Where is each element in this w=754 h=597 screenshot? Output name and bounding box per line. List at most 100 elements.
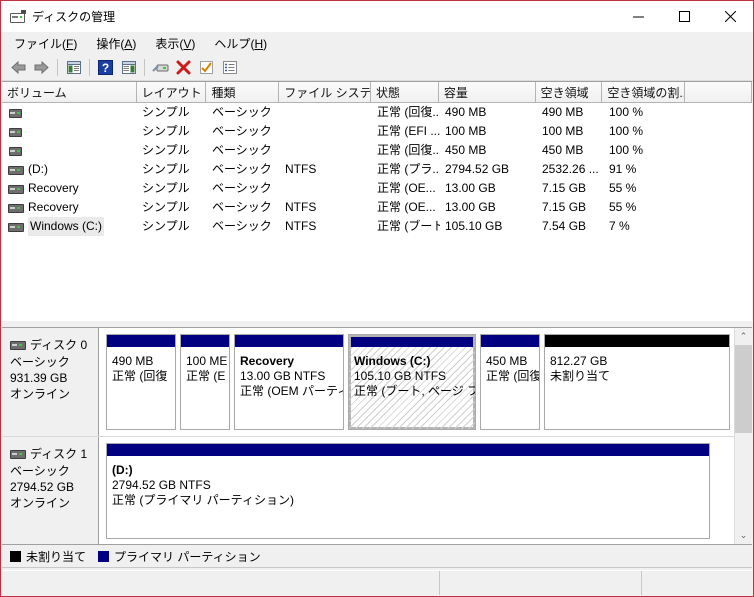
status-pane-1	[2, 571, 440, 595]
partition-color-bar	[107, 335, 175, 347]
cell-free: 7.54 GB	[542, 219, 587, 233]
back-arrow-icon[interactable]	[7, 56, 30, 78]
menu-item-file-text: ファイル	[14, 36, 63, 51]
partition-block[interactable]: 100 ME 正常 (E	[180, 334, 230, 430]
cell-filesystem: NTFS	[285, 200, 317, 214]
partition-status: 正常 (プライマリ パーティション)	[112, 493, 294, 507]
partition-info: (D:) 2794.52 GB NTFS 正常 (プライマリ パーティション)	[107, 456, 709, 538]
graphical-view-content: ディスク 0 ベーシック 931.39 GB オンライン 490 MB 正常 (回復 100…	[2, 328, 734, 544]
column-header[interactable]: 空き領域の割...	[602, 82, 686, 102]
cell-volume	[2, 141, 137, 160]
legend-swatch	[10, 550, 21, 562]
menu-item-view[interactable]: 表示(V)	[151, 33, 204, 54]
scroll-down-arrow-icon[interactable]: ⌄	[735, 527, 752, 544]
cell-volume: Recovery	[2, 179, 137, 198]
volume-list-header: ボリュームレイアウト種類ファイル システム状態容量空き領域空き領域の割...	[2, 82, 752, 103]
legend-item: 未割り当て	[10, 548, 86, 565]
cell-layout: シンプル	[142, 219, 190, 233]
cell-layout: シンプル	[142, 181, 190, 195]
disk-name: ディスク 0	[30, 338, 88, 352]
status-bar	[2, 570, 752, 595]
help-icon[interactable]: ?	[94, 56, 117, 78]
show-hide-console-tree-icon[interactable]	[62, 56, 85, 78]
partition-block[interactable]: (D:) 2794.52 GB NTFS 正常 (プライマリ パーティション)	[106, 443, 710, 539]
maximize-button[interactable]	[661, 1, 707, 32]
partition-block[interactable]: 450 MB 正常 (回復	[480, 334, 540, 430]
volume-list-body: シンプル ベーシック 正常 (回復... 490 MB 490 MB 100 % シンプルベ…	[2, 103, 752, 320]
toolbar-separator	[57, 58, 58, 76]
properties-icon[interactable]	[149, 56, 172, 78]
partition-size: 13.00 GB NTFS	[240, 369, 326, 383]
minimize-button[interactable]	[615, 1, 661, 32]
volume-row[interactable]: シンプル ベーシック 正常 (EFI ... 100 MB 100 MB 100 %	[2, 122, 752, 141]
list-view-icon[interactable]	[218, 56, 241, 78]
volume-row[interactable]: Windows (C:) シンプル ベーシック NTFS 正常 (ブート... 105.1…	[2, 217, 752, 236]
disk-management-icon	[10, 9, 26, 25]
cell-volume	[2, 122, 137, 141]
legend-bar: 未割り当て プライマリ パーティション	[2, 544, 752, 568]
cell-free_pct: 100 %	[609, 105, 644, 119]
scroll-track[interactable]	[735, 345, 752, 527]
scroll-thumb[interactable]	[735, 345, 752, 433]
partition-block[interactable]: Windows (C:)105.10 GB NTFS正常 (ブート, ページ フ…	[348, 334, 476, 430]
column-header[interactable]: 状態	[371, 82, 439, 102]
title-bar: ディスクの管理	[1, 1, 753, 32]
disk-management-window: ディスクの管理 ファイル(F) 操作(A) 表示(V) ヘルプ(H) ? ボリュ…	[0, 0, 754, 597]
cell-free: 7.15 GB	[542, 181, 587, 195]
show-action-pane-icon[interactable]	[117, 56, 140, 78]
column-header[interactable]: レイアウト	[136, 82, 207, 102]
status-pane-3	[642, 571, 752, 595]
partition-block[interactable]: 812.27 GB 未割り当て	[544, 334, 730, 430]
menu-item-action[interactable]: 操作(A)	[92, 33, 145, 54]
disk-type: ベーシック	[10, 464, 70, 478]
cell-free_pct: 7 %	[609, 219, 630, 233]
volume-row[interactable]: シンプル ベーシック 正常 (回復... 450 MB 450 MB 100 %	[2, 141, 752, 160]
volume-drive-icon	[8, 145, 24, 156]
volume-row[interactable]: シンプル ベーシック 正常 (回復... 490 MB 490 MB 100 %	[2, 103, 752, 122]
cell-free_pct: 55 %	[609, 200, 637, 214]
volume-row[interactable]: (D:) シンプル ベーシック NTFS 正常 (プラ... 2794.52 GB 2532…	[2, 160, 752, 179]
cell-filesystem	[280, 103, 372, 122]
menu-item-action-text: 操作	[96, 36, 121, 51]
close-button[interactable]	[707, 1, 753, 32]
scroll-up-arrow-icon[interactable]: ⌃	[735, 328, 752, 345]
cell-free: 490 MB	[542, 105, 584, 119]
cell-capacity: 13.00 GB	[445, 200, 496, 214]
forward-arrow-icon[interactable]	[30, 56, 53, 78]
disk-info-panel[interactable]: ディスク 0 ベーシック 931.39 GB オンライン	[2, 328, 99, 436]
rescan-disks-icon[interactable]	[195, 56, 218, 78]
cell-status: 正常 (EFI ...	[377, 124, 440, 138]
disk-name-row: ディスク 0	[10, 336, 98, 353]
delete-icon[interactable]	[172, 56, 195, 78]
partition-info: 450 MB 正常 (回復	[481, 347, 539, 429]
menu-item-help[interactable]: ヘルプ(H)	[210, 33, 276, 54]
menu-item-view-accel: V	[183, 36, 192, 51]
partition-block[interactable]: Recovery 13.00 GB NTFS 正常 (OEM パーティ	[234, 334, 344, 430]
partition-size: 105.10 GB NTFS	[354, 369, 447, 383]
cell-layout: シンプル	[142, 105, 190, 119]
disk-name-row: ディスク 1	[10, 445, 98, 462]
cell-status: 正常 (ブート...	[377, 219, 440, 233]
cell-filesystem	[280, 141, 372, 160]
disk-info-panel[interactable]: ディスク 1 ベーシック 2794.52 GB オンライン	[2, 437, 99, 544]
column-header[interactable]: 空き領域	[535, 82, 603, 102]
column-header[interactable]: ボリューム	[2, 82, 137, 102]
partition-status: 正常 (E	[186, 369, 226, 383]
cell-type: ベーシック	[212, 219, 272, 233]
cell-type: ベーシック	[212, 162, 272, 176]
column-header[interactable]: 容量	[438, 82, 536, 102]
column-header[interactable]: 種類	[206, 82, 280, 102]
volume-list-pane: ボリュームレイアウト種類ファイル システム状態容量空き領域空き領域の割... シ…	[2, 81, 752, 320]
partition-block[interactable]: 490 MB 正常 (回復	[106, 334, 176, 430]
volume-row[interactable]: Recovery シンプル ベーシック NTFS 正常 (OE... 13.00 GB 7.…	[2, 198, 752, 217]
legend-label: プライマリ パーティション	[114, 549, 261, 564]
menu-item-file[interactable]: ファイル(F)	[10, 33, 86, 54]
column-header[interactable]	[685, 82, 752, 102]
cell-status: 正常 (回復...	[377, 105, 440, 119]
pane-splitter[interactable]	[1, 320, 753, 327]
volume-row[interactable]: Recovery シンプル ベーシック 正常 (OE... 13.00 GB 7.15 G…	[2, 179, 752, 198]
graphical-view-scrollbar[interactable]: ⌃ ⌄	[734, 328, 752, 544]
toolbar-separator	[89, 58, 90, 76]
disk-row: ディスク 0 ベーシック 931.39 GB オンライン 490 MB 正常 (回復 100…	[2, 328, 734, 437]
column-header[interactable]: ファイル システム	[279, 82, 371, 102]
